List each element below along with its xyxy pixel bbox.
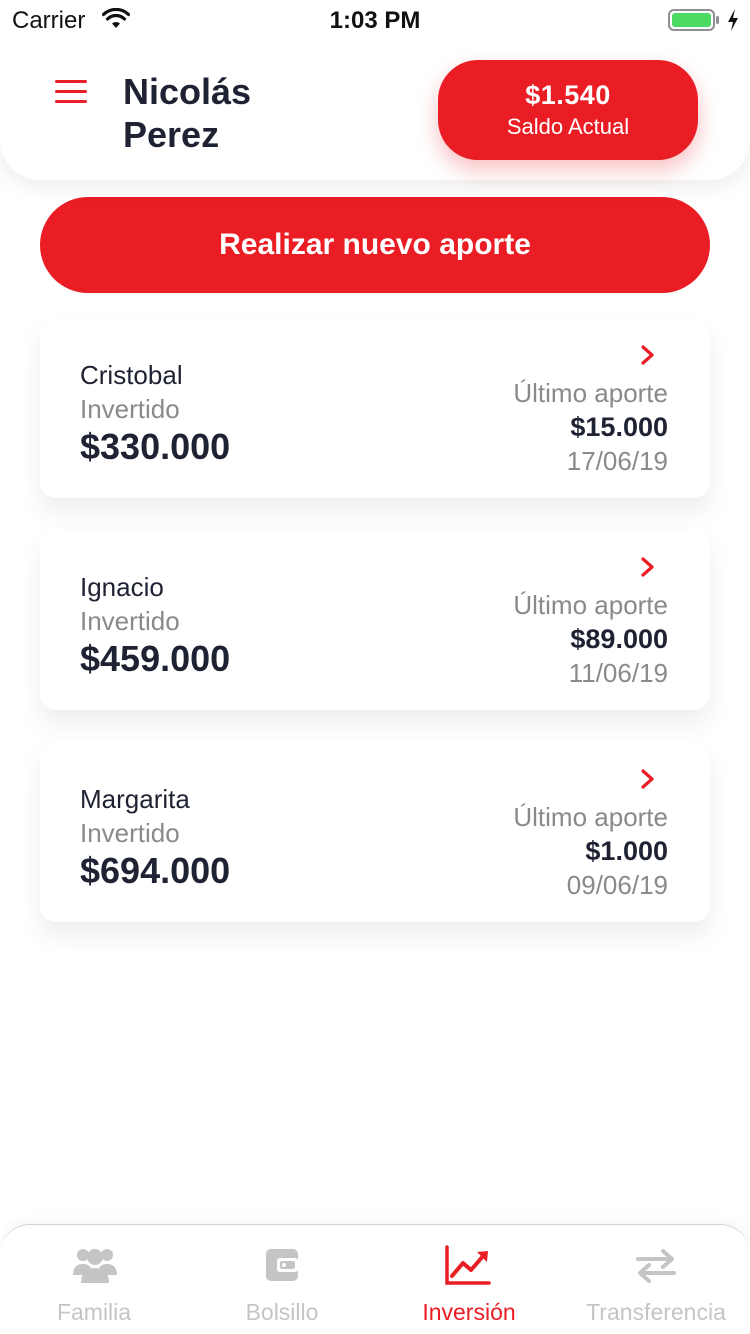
transfer-icon: [636, 1249, 676, 1283]
tab-transferencia[interactable]: Transferencia: [562, 1225, 750, 1334]
status-bar: Carrier 1:03 PM: [0, 0, 750, 40]
card-last-contribution-date: 17/06/19: [566, 446, 668, 476]
battery-icon: [668, 9, 719, 31]
balance-button[interactable]: $1.540 Saldo Actual: [438, 60, 698, 160]
chevron-right-icon[interactable]: [638, 344, 658, 366]
investment-card-ignacio[interactable]: Ignacio Invertido $459.000 Último aporte…: [40, 530, 710, 710]
user-last-name: Perez: [123, 114, 220, 155]
hamburger-icon: [55, 80, 89, 103]
tab-label: Bolsillo: [245, 1299, 319, 1325]
card-last-contribution-amount: $89.000: [570, 624, 668, 654]
card-invested-amount: $330.000: [80, 426, 231, 467]
card-last-contribution-date: 09/06/19: [566, 870, 668, 900]
user-first-name: Nicolás: [123, 71, 252, 112]
tab-bolsillo[interactable]: Bolsillo: [188, 1225, 376, 1334]
charging-bolt-icon: [728, 9, 738, 31]
balance-amount: $1.540: [525, 80, 611, 110]
clock-label: 1:03 PM: [329, 7, 421, 34]
card-invested-amount: $459.000: [80, 638, 231, 679]
new-contribution-button[interactable]: Realizar nuevo aporte: [40, 197, 710, 293]
investment-card-cristobal[interactable]: Cristobal Invertido $330.000 Último apor…: [40, 318, 710, 498]
tab-label: Familia: [56, 1299, 132, 1325]
card-last-contribution-date: 11/06/19: [568, 658, 668, 688]
card-last-contribution-amount: $1.000: [585, 836, 668, 866]
card-invested-label: Invertido: [80, 818, 180, 848]
card-invested-label: Invertido: [80, 394, 180, 424]
trending-up-icon: [445, 1245, 491, 1285]
card-invested-label: Invertido: [80, 606, 180, 636]
tab-familia[interactable]: Familia: [0, 1225, 188, 1334]
wallet-icon: [266, 1249, 298, 1281]
chevron-right-icon[interactable]: [638, 556, 658, 578]
card-last-contribution-label: Último aporte: [513, 590, 668, 620]
card-person-name: Margarita: [80, 784, 190, 814]
balance-label: Saldo Actual: [506, 114, 630, 139]
card-last-contribution-label: Último aporte: [513, 378, 668, 408]
card-invested-amount: $694.000: [80, 850, 231, 891]
card-person-name: Ignacio: [80, 572, 164, 602]
user-name: Nicolás Perez: [123, 70, 383, 156]
investment-card-margarita[interactable]: Margarita Invertido $694.000 Último apor…: [40, 742, 710, 922]
chevron-right-icon[interactable]: [638, 768, 658, 790]
menu-button[interactable]: [55, 80, 89, 106]
tab-label: Transferencia: [586, 1299, 726, 1325]
tab-inversion[interactable]: Inversión: [376, 1225, 562, 1334]
tab-label: Inversión: [422, 1299, 516, 1325]
tab-bar: Familia Bolsillo Inversión Transferencia: [0, 1224, 750, 1334]
family-icon: [73, 1249, 117, 1283]
card-person-name: Cristobal: [80, 360, 183, 390]
card-last-contribution-label: Último aporte: [513, 802, 668, 832]
card-last-contribution-amount: $15.000: [570, 412, 668, 442]
